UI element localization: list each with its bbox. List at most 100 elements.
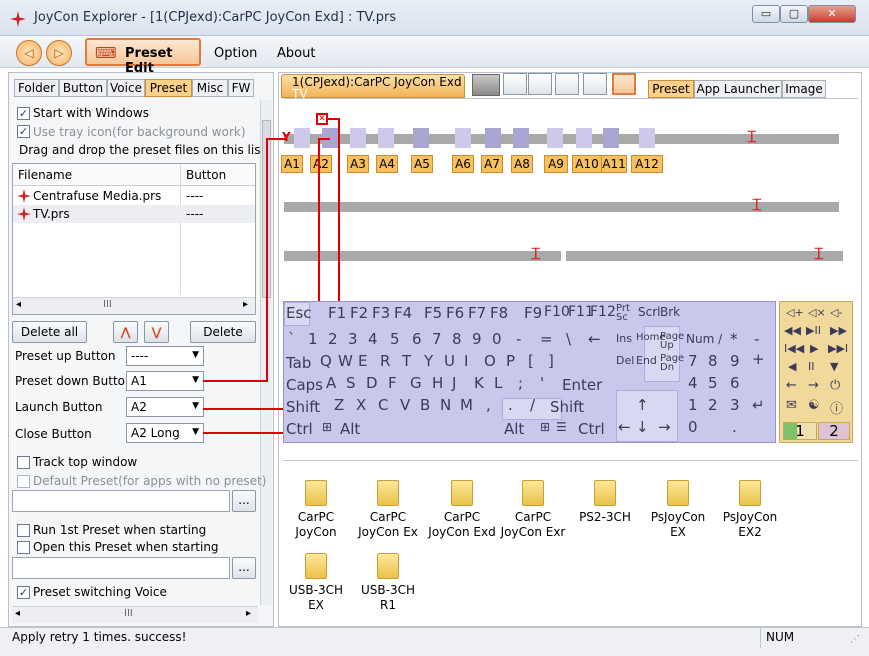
key-ctrl-right[interactable]: Ctrl [578,420,605,438]
key[interactable]: V [400,396,410,414]
key[interactable]: S [346,374,356,392]
key-add[interactable]: + [752,350,765,368]
fast-forward-icon[interactable]: ▶▶ [830,324,847,337]
button-slot[interactable] [639,128,655,148]
button-label[interactable]: A12 [631,155,663,173]
maximize-button[interactable]: ▢ [780,5,808,23]
key[interactable]: Z [334,396,344,414]
key-num-dot[interactable]: . [732,418,737,436]
key-brk[interactable]: Brk [660,305,680,319]
key[interactable]: G [410,374,422,392]
browse-open-button[interactable]: ... [232,557,256,579]
key[interactable]: . [508,396,513,414]
key[interactable]: \ [566,330,571,348]
scroll-left-icon[interactable]: ◂ [16,299,21,310]
copy-icon[interactable] [583,73,607,95]
key-backspace[interactable]: ← [588,330,601,348]
button-slot[interactable] [455,128,471,148]
key-left[interactable]: ← [618,418,631,436]
key[interactable]: N [440,396,451,414]
move-up-button[interactable]: ⋀ [113,321,138,343]
key[interactable]: ] [548,352,554,370]
tab-preset[interactable]: Preset [145,79,192,97]
folder-item[interactable]: USB-3CH EX [281,553,351,613]
key-menu[interactable]: ☰ [556,420,567,434]
key[interactable]: 2 [328,330,338,348]
key[interactable]: E [358,352,367,370]
key-num4[interactable]: 4 [688,374,698,392]
tab-preset-right[interactable]: Preset [648,80,694,98]
delete-button[interactable]: Delete [190,321,256,343]
left-hscrollbar[interactable]: ◂ III ▸ [12,606,258,623]
preset-up-select[interactable]: ---- [126,346,204,366]
menu-about[interactable]: About [277,46,315,61]
key[interactable]: K [474,374,484,392]
default-preset-field[interactable] [12,490,230,512]
key[interactable]: F2 [350,304,368,322]
volume-down-icon[interactable]: ◁- [830,306,842,319]
key-num6[interactable]: 6 [730,374,740,392]
key[interactable]: ' [540,374,544,392]
key-num0[interactable]: 0 [688,418,698,436]
key[interactable]: 4 [368,330,378,348]
start-windows-checkbox[interactable] [17,107,30,120]
browse-default-button[interactable]: ... [232,490,256,512]
key[interactable]: - [516,330,521,348]
button-label[interactable]: A8 [511,155,533,173]
back-button[interactable]: ◁ [16,40,42,66]
preset-edit-button[interactable]: ⌨ Preset Edit [85,38,201,76]
move-down-button[interactable]: ⋁ [144,321,169,343]
key[interactable]: T [402,352,411,370]
mail-icon[interactable]: ✉ [786,398,797,413]
key-right[interactable]: → [658,418,671,436]
key[interactable]: L [494,374,502,392]
close-button[interactable]: ✕ [808,5,856,23]
tab-app-launcher[interactable]: App Launcher [694,80,782,98]
key[interactable]: F6 [446,304,464,322]
key-pagedn[interactable]: Page Dn [660,354,684,373]
tab-button[interactable]: Button [59,79,107,97]
folder-item[interactable]: PsJoyCon EX [643,480,713,540]
run-1st-checkbox[interactable] [17,524,30,537]
key-multiply[interactable]: * [730,330,738,348]
pause-icon[interactable]: II [808,360,815,373]
key[interactable]: F7 [468,304,486,322]
key[interactable]: F1 [328,304,346,322]
button-slot[interactable] [485,128,501,148]
key[interactable]: F3 [372,304,390,322]
tab-fw[interactable]: FW [228,79,254,97]
folder-item[interactable]: PS2-3CH [570,480,640,525]
key-ins[interactable]: Ins [616,332,632,345]
close-mapping-icon[interactable]: ✕ [316,113,328,125]
key[interactable]: F8 [490,304,508,322]
key[interactable]: I [464,352,468,370]
key[interactable]: Y [424,352,433,370]
key[interactable]: O [484,352,496,370]
key-num3[interactable]: 3 [730,396,740,414]
open-preset-field[interactable] [12,557,230,579]
key-num2[interactable]: 2 [708,396,718,414]
key[interactable]: R [380,352,390,370]
delete-all-button[interactable]: Delete all [12,321,87,343]
range-marker-icon[interactable]: ⌶ [814,244,824,264]
key[interactable]: 8 [452,330,462,348]
resize-icon[interactable] [612,73,636,95]
tab-folder[interactable]: Folder [14,79,59,97]
key[interactable]: 9 [472,330,482,348]
preset-file-list[interactable]: Filename Button Centrafuse Media.prs ---… [12,163,256,315]
prev-track-icon[interactable]: I◀◀ [784,342,804,355]
key-shift-right[interactable]: Shift [550,398,584,416]
volume-up-icon[interactable]: ◁+ [786,306,804,319]
key-del[interactable]: Del [616,354,634,367]
square-icon[interactable] [555,73,579,95]
key-win-right[interactable]: ⊞ [540,420,550,434]
list-item[interactable]: Centrafuse Media.prs ---- [13,187,255,205]
folder-item[interactable]: USB-3CH R1 [353,553,423,613]
key[interactable]: H [432,374,443,392]
button-slot[interactable] [350,128,366,148]
stop-icon[interactable]: ▼ [830,360,838,373]
button-label[interactable]: A2 [310,155,332,173]
check-icon[interactable] [528,73,552,95]
menu-option[interactable]: Option [214,46,257,61]
key-num8[interactable]: 8 [708,352,718,370]
